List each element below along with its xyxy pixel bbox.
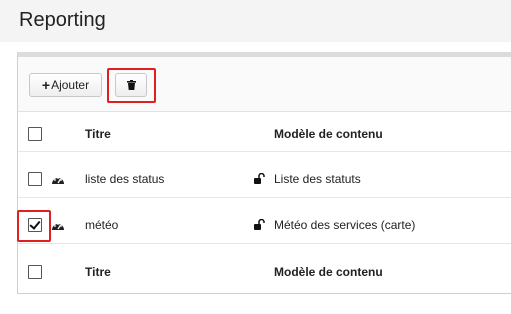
select-all-checkbox-footer[interactable]	[28, 265, 42, 279]
row-checkbox[interactable]	[28, 172, 42, 186]
row-title[interactable]: météo	[85, 218, 118, 232]
row-title[interactable]: liste des status	[85, 172, 164, 186]
column-footer-title[interactable]: Titre	[85, 265, 111, 279]
plus-icon: +	[41, 77, 51, 93]
table-header-row: Titre Modèle de contenu	[18, 112, 511, 152]
row-model: Météo des services (carte)	[274, 218, 416, 232]
column-header-title[interactable]: Titre	[85, 127, 111, 141]
toolbar: + Ajouter	[18, 57, 511, 112]
table-footer-row: Titre Modèle de contenu	[18, 250, 511, 290]
table-row[interactable]: météo Météo des services (carte)	[18, 204, 511, 244]
add-button[interactable]: + Ajouter	[29, 73, 102, 97]
add-button-label: Ajouter	[51, 78, 90, 92]
column-header-model[interactable]: Modèle de contenu	[274, 127, 383, 141]
unlock-icon	[254, 173, 265, 184]
delete-button-highlight	[107, 68, 156, 103]
page-header: Reporting	[0, 0, 511, 42]
select-all-checkbox[interactable]	[28, 127, 42, 141]
checkbox-highlight	[17, 210, 51, 242]
reporting-panel: + Ajouter Titre Modèle de contenu liste …	[17, 52, 511, 294]
column-footer-model[interactable]: Modèle de contenu	[274, 265, 383, 279]
row-model: Liste des statuts	[274, 172, 361, 186]
table-row[interactable]: liste des status Liste des statuts	[18, 158, 511, 198]
gauge-icon	[52, 177, 64, 184]
unlock-icon	[254, 219, 265, 230]
page-title: Reporting	[19, 9, 106, 31]
gauge-icon	[52, 223, 64, 230]
